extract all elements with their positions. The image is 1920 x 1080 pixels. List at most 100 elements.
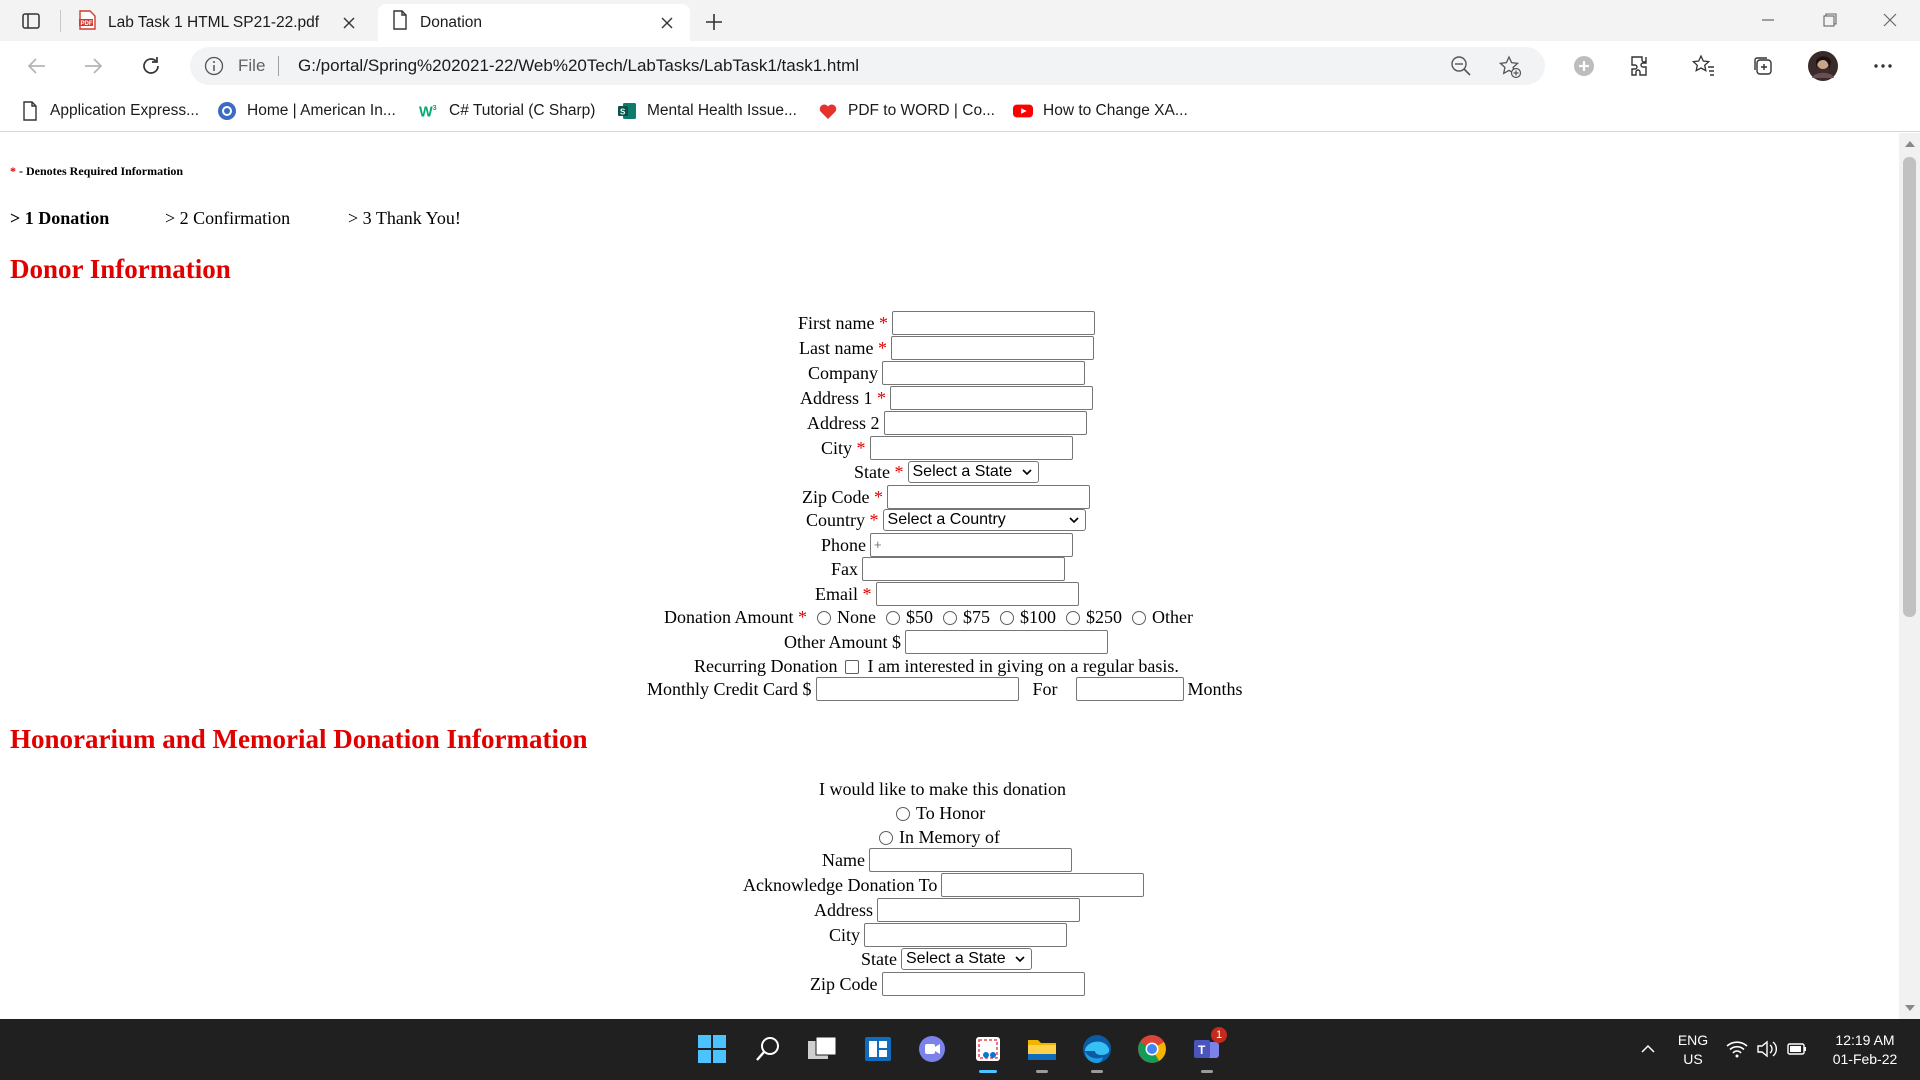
search-icon[interactable] [750,1031,786,1067]
monthly-amount-input[interactable] [815,677,1019,701]
fax-row: Fax [831,557,1065,581]
window-close-icon[interactable] [1868,6,1912,34]
favorites-icon[interactable] [1691,53,1717,79]
refresh-icon[interactable] [134,49,168,83]
in-memory-radio[interactable] [879,830,893,845]
address2-row: Address 2 [807,411,1087,435]
extensions-icon[interactable] [1628,53,1654,79]
address-url[interactable]: G:/portal/Spring%202021-22/Web%20Tech/La… [298,56,859,76]
scroll-down-icon[interactable] [1905,1005,1915,1011]
close-icon[interactable] [340,14,358,32]
minimize-icon[interactable] [1746,6,1790,34]
chrome-icon[interactable] [1134,1031,1170,1067]
acknowledge-row: Acknowledge Donation To [743,873,1145,897]
honor-state-select[interactable]: Select a State [901,948,1032,970]
in-memory-label: In Memory of [899,827,1000,847]
months-label: Months [1187,678,1243,699]
volume-icon[interactable] [1752,1031,1782,1067]
tab-donation[interactable]: Donation [378,4,690,41]
city-label: City [821,437,853,458]
bookmark-application-express[interactable]: Application Express... [20,100,199,122]
acknowledge-input[interactable] [941,873,1145,897]
in-memory-row: In Memory of [879,827,1000,848]
country-select[interactable]: Select a Country [882,509,1086,531]
teams-icon[interactable]: T 1 [1189,1027,1227,1073]
honor-zip-input[interactable] [881,972,1085,996]
zoom-out-icon[interactable] [1450,55,1472,77]
show-hidden-icons-chevron-up-icon[interactable] [1633,1031,1663,1067]
to-honor-row: To Honor [896,803,985,824]
clock[interactable]: 12:19 AM 01-Feb-22 [1822,1031,1908,1069]
bookmark-how-to-change[interactable]: How to Change XA... [1013,100,1188,122]
restore-icon[interactable] [1808,6,1852,34]
extension-disabled-icon[interactable] [1571,53,1597,79]
donation-50-radio[interactable] [886,610,900,625]
donation-100-radio[interactable] [1000,610,1014,625]
bookmark-label: Application Express... [50,102,200,119]
honor-name-input[interactable] [868,848,1072,872]
donation-75-radio[interactable] [943,610,957,625]
to-honor-radio[interactable] [896,806,910,821]
scrollbar-thumb[interactable] [1903,157,1916,617]
zip-input[interactable] [887,485,1090,509]
teams-chat-icon[interactable] [914,1031,950,1067]
last-name-input[interactable] [890,336,1094,360]
bookmark-american[interactable]: Home | American In... [217,100,396,122]
address2-input[interactable] [883,411,1087,435]
donation-250-radio[interactable] [1066,610,1080,625]
bookmark-pdf-to-word[interactable]: PDF to WORD | Co... [818,100,995,122]
wifi-icon[interactable] [1722,1031,1752,1067]
avatar[interactable] [1807,50,1839,82]
months-input[interactable] [1075,677,1184,701]
honor-address-input[interactable] [877,898,1080,922]
snipping-tool-icon[interactable] [970,1031,1006,1073]
file-explorer-icon[interactable] [1024,1031,1060,1073]
other-amount-input[interactable] [905,630,1108,654]
language-indicator[interactable]: ENG US [1670,1031,1716,1069]
address-bar[interactable]: File G:/portal/Spring%202021-22/Web%20Te… [190,47,1545,85]
phone-label: Phone [821,534,866,555]
other-amount-row: Other Amount $ [784,630,1108,654]
new-tab-icon[interactable] [700,8,728,36]
donation-other-radio[interactable] [1132,610,1146,625]
page-scrollbar[interactable] [1899,133,1920,1019]
phone-input[interactable]: + [870,533,1073,557]
close-icon[interactable] [658,14,676,32]
recurring-checkbox[interactable] [845,659,860,674]
company-input[interactable] [882,361,1085,385]
page-viewport: * - Denotes Required Information > 1 Don… [0,133,1899,1019]
battery-icon[interactable] [1782,1031,1812,1067]
back-icon[interactable] [20,49,54,83]
zip-row: Zip Code * [802,485,1090,509]
first-name-input[interactable] [892,311,1095,335]
honor-name-row: Name [822,848,1072,872]
bookmark-label: How to Change XA... [1043,102,1188,119]
task-view-icon[interactable] [804,1031,840,1067]
fax-input[interactable] [862,557,1065,581]
info-icon[interactable] [204,56,224,76]
forward-icon[interactable] [76,49,110,83]
honor-zip-row: Zip Code [810,972,1085,996]
tab-actions-icon[interactable] [18,8,44,34]
required-marker: * [798,607,807,627]
add-favorite-icon[interactable] [1498,55,1522,79]
tab-pdf[interactable]: PDF Lab Task 1 HTML SP21-22.pdf [64,4,372,41]
address1-input[interactable] [890,386,1093,410]
state-select[interactable]: Select a State [907,461,1039,483]
donation-none-radio[interactable] [817,610,831,625]
bookmark-mental-health[interactable]: S Mental Health Issue... [617,100,797,122]
bookmark-label: Mental Health Issue... [647,102,797,119]
more-options-icon[interactable] [1870,53,1896,79]
bookmark-label: C# Tutorial (C Sharp) [449,102,596,119]
collections-icon[interactable] [1750,53,1776,79]
svg-text:W: W [419,104,433,120]
widgets-icon[interactable] [860,1031,896,1067]
edge-icon[interactable] [1079,1031,1115,1073]
city-input[interactable] [869,436,1073,460]
start-icon[interactable] [694,1031,730,1067]
honor-city-input[interactable] [864,923,1068,947]
bookmark-csharp-tutorial[interactable]: W3 C# Tutorial (C Sharp) [419,100,595,122]
email-input[interactable] [875,582,1079,606]
scroll-up-icon[interactable] [1905,141,1915,147]
last-name-row: Last name * [799,336,1094,360]
